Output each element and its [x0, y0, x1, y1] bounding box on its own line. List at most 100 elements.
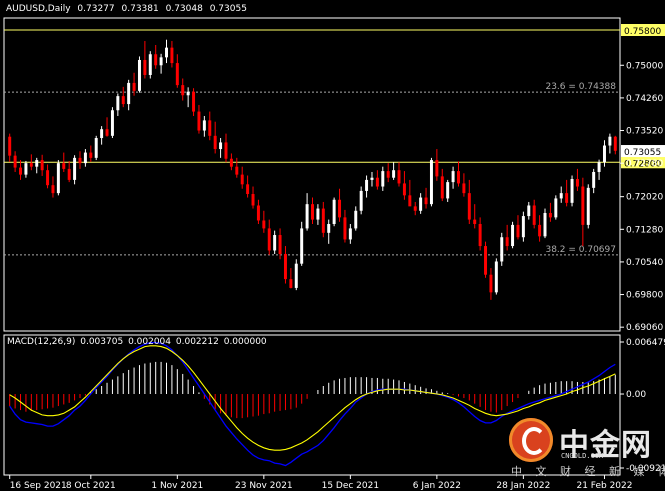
time-tick-label: 16 Sep 2021 — [10, 481, 67, 491]
fibonacci-level-label: 23.6 = 0.74388 — [545, 82, 616, 92]
candle — [186, 87, 190, 108]
candle — [489, 268, 493, 300]
candle-body — [165, 47, 168, 58]
close-value: 0.73055 — [209, 4, 247, 14]
candle-body — [240, 174, 244, 185]
candle-body — [575, 179, 579, 187]
candle — [283, 246, 287, 284]
candle — [473, 204, 477, 229]
candle — [429, 157, 433, 207]
candle — [527, 201, 531, 220]
candle — [305, 193, 309, 231]
candle — [181, 78, 185, 101]
candle — [565, 179, 569, 207]
candle — [94, 135, 98, 161]
candle-body — [267, 228, 271, 251]
candle — [56, 160, 60, 196]
candle-body — [473, 219, 477, 225]
candle-body — [419, 197, 423, 211]
candle — [289, 268, 293, 289]
candle-body — [435, 160, 439, 177]
time-tick-label: 23 Nov 2021 — [235, 481, 293, 491]
candle-body — [316, 208, 320, 220]
candle-body — [83, 152, 87, 164]
candle — [424, 187, 428, 209]
candle-body — [586, 187, 590, 225]
candle — [300, 221, 304, 266]
candle-body — [289, 279, 293, 288]
candle-body — [484, 246, 488, 275]
candle — [354, 206, 358, 231]
candle-body — [527, 205, 531, 217]
candle-body — [132, 82, 136, 91]
candle — [40, 154, 44, 176]
candle — [294, 259, 298, 291]
candle-body — [35, 160, 39, 167]
candle-body — [121, 96, 125, 105]
candle-body — [127, 82, 131, 105]
candle-body — [170, 47, 174, 64]
candle-body — [467, 193, 471, 220]
candle-body — [332, 199, 336, 225]
candle — [575, 168, 579, 191]
open-value: 0.73277 — [77, 4, 115, 14]
candle-body — [457, 171, 460, 184]
candle — [375, 170, 379, 190]
candle-body — [273, 235, 277, 251]
candle-body — [532, 205, 536, 225]
candle — [13, 151, 17, 172]
candle-body — [429, 160, 433, 205]
candle — [408, 179, 412, 207]
candle — [83, 149, 87, 167]
candle — [246, 175, 250, 198]
macd-header: MACD(12,26,9) 0.003705 0.002004 0.002212… — [7, 337, 269, 347]
time-tick-label: 21 Feb 2022 — [576, 481, 632, 491]
candle-body — [175, 63, 179, 86]
candle — [219, 138, 223, 158]
candle-body — [548, 212, 552, 218]
candle-body — [327, 224, 331, 233]
fibonacci-level-label: 38.2 = 0.70697 — [545, 245, 616, 255]
candle — [121, 86, 125, 108]
macd-tick-label: 0.006479 — [626, 338, 665, 348]
candle-body — [608, 136, 612, 146]
candle-body — [370, 177, 374, 180]
candle-body — [554, 198, 558, 218]
candle-body — [100, 129, 104, 139]
candle-body — [613, 136, 617, 151]
candle — [202, 115, 206, 137]
candle-body — [446, 182, 450, 199]
logo-url: CNGOLD.COM — [561, 452, 604, 460]
candle — [224, 133, 228, 163]
candle-body — [500, 237, 504, 262]
candle — [559, 186, 563, 203]
candle — [613, 135, 617, 155]
candle-body — [494, 261, 498, 293]
candle — [148, 51, 152, 79]
candle-body — [338, 199, 342, 218]
candle-body — [19, 167, 23, 175]
chart-frame — [3, 17, 621, 476]
candle — [392, 162, 396, 180]
candle-body — [46, 170, 50, 186]
candle-body — [56, 163, 60, 194]
candle — [100, 126, 104, 145]
candle-body — [381, 171, 385, 187]
chart-header: AUDUSD,Daily 0.73277 0.73381 0.73048 0.7… — [6, 4, 251, 14]
macd-tick-label: 0.00 — [626, 390, 646, 400]
candle-body — [67, 168, 71, 180]
candle — [110, 107, 114, 139]
candle — [359, 186, 363, 215]
candle-body — [24, 163, 28, 175]
candle-body — [354, 210, 358, 229]
price-tick-label: 0.69800 — [626, 291, 663, 301]
candle-body — [413, 206, 417, 211]
candle — [51, 176, 55, 198]
price-axis: 0.75000 0.74260 0.73520 0.72780 0.72020 0.712… — [620, 61, 665, 333]
candle — [343, 209, 347, 243]
candle-body — [305, 204, 309, 229]
candle — [267, 219, 271, 255]
candle — [338, 188, 342, 222]
candle — [478, 217, 482, 251]
candle-body — [256, 205, 260, 221]
